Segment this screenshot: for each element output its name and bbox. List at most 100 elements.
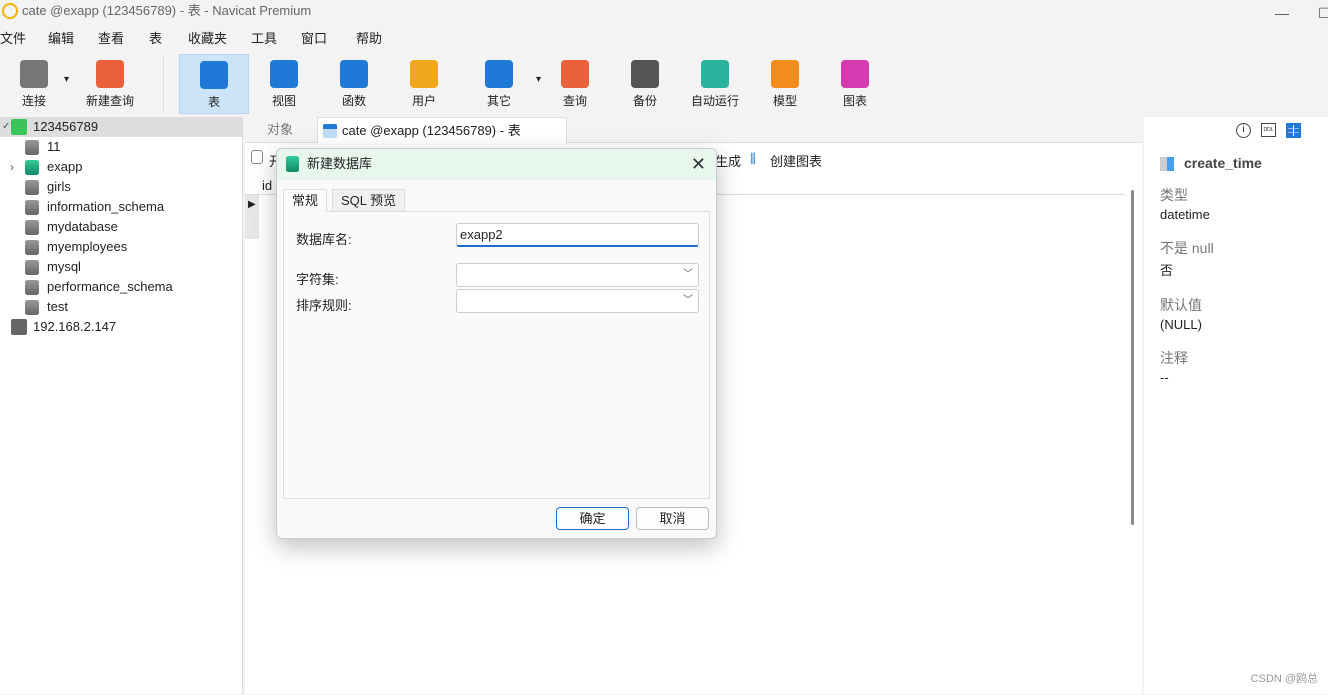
property-value: (NULL) — [1160, 317, 1202, 332]
tree-database[interactable]: 11 — [0, 137, 242, 157]
generate-button[interactable]: 生成 — [715, 151, 741, 170]
menu-item[interactable]: 查看 — [98, 28, 124, 50]
tools-icon — [485, 60, 513, 88]
toolbar-new-query-button[interactable]: 新建查询 — [80, 54, 140, 114]
dialog-title-bar: 新建数据库 ✕ — [277, 149, 716, 180]
chevron-down-icon: ﹀ — [683, 295, 693, 306]
tree-database[interactable]: performance_schema — [0, 277, 242, 297]
tree-database[interactable]: information_schema — [0, 197, 242, 217]
general-panel: 数据库名: exapp2 字符集: ﹀ 排序规则: ﹀ — [283, 211, 710, 499]
tree-database[interactable]: mydatabase — [0, 217, 242, 237]
chart-icon: ⫼ — [750, 151, 756, 166]
connection-tree: ✓ 123456789 11 › exapp girls information_schem… — [0, 117, 243, 694]
database-name-input[interactable]: exapp2 — [456, 223, 699, 247]
column-icon — [1160, 157, 1174, 171]
table-icon — [200, 61, 228, 89]
toolbar: 连接 ▾ 新建查询表视图 函数 用户 其它 ▾ 查询 备份 自动运行 模型 图表 — [0, 52, 1328, 116]
collation-label: 排序规则: — [296, 298, 352, 313]
chevron-right-icon[interactable]: › — [10, 157, 14, 177]
menu-item[interactable]: 表 — [149, 28, 162, 50]
chevron-down-icon: ﹀ — [683, 269, 693, 280]
tab-label: cate @exapp (123456789) - 表 — [342, 123, 521, 138]
toolbar-robot-button[interactable]: 自动运行 — [683, 54, 747, 114]
connection-name: 192.168.2.147 — [33, 319, 117, 334]
database-icon — [25, 200, 39, 215]
property-value: -- — [1160, 370, 1169, 385]
toolbar-plug-button[interactable]: 连接 — [6, 54, 62, 114]
database-name: mydatabase — [47, 219, 118, 234]
backup-icon — [631, 60, 659, 88]
database-icon — [25, 160, 39, 175]
menu-item[interactable]: 帮助 — [356, 28, 382, 50]
menu-item[interactable]: 编辑 — [48, 28, 74, 50]
menu-item[interactable]: 工具 — [251, 28, 277, 50]
chevron-down-icon[interactable]: ✓ — [2, 117, 10, 137]
toolbar-label: 函数 — [341, 94, 366, 108]
property-label: 不是 null — [1160, 240, 1214, 256]
menu-item[interactable]: 窗口 — [301, 28, 327, 50]
database-name: exapp — [47, 159, 83, 174]
database-icon — [25, 280, 39, 295]
new-database-dialog: 新建数据库 ✕ 常规 SQL 预览 数据库名: exapp2 字符集: ﹀ 排序… — [276, 148, 717, 539]
tree-database[interactable]: mysql — [0, 257, 242, 277]
tab-objects[interactable]: 对象 — [245, 117, 315, 143]
toolbar-label: 连接 — [21, 94, 46, 108]
tree-database[interactable]: myemployees — [0, 237, 242, 257]
tab-cate-table[interactable]: cate @exapp (123456789) - 表 — [317, 117, 567, 143]
tree-connection[interactable]: ✓ 123456789 — [0, 117, 242, 137]
database-name: mysql — [47, 259, 81, 274]
maximize-button[interactable]: ☐ — [1318, 2, 1328, 24]
toolbar-label: 备份 — [632, 94, 657, 108]
grid-view-icon[interactable] — [1286, 123, 1301, 138]
cancel-button[interactable]: 取消 — [636, 507, 709, 530]
toolbar-model-button[interactable]: 模型 — [750, 54, 820, 114]
database-icon — [25, 240, 39, 255]
collation-select[interactable]: ﹀ — [456, 289, 699, 313]
toolbar-chart-button[interactable]: 图表 — [820, 54, 890, 114]
close-button[interactable]: ✕ — [691, 149, 706, 179]
query-icon — [561, 60, 589, 88]
database-icon — [25, 140, 39, 155]
database-name: myemployees — [47, 239, 128, 254]
property-label: 类型 — [1160, 187, 1188, 203]
minimize-button[interactable]: — — [1275, 2, 1289, 24]
toolbar-view-button[interactable]: 视图 — [250, 54, 318, 114]
charset-select[interactable]: ﹀ — [456, 263, 699, 287]
tree-connection[interactable]: 192.168.2.147 — [0, 317, 242, 337]
plug-icon — [20, 60, 48, 88]
toolbar-label: 模型 — [772, 94, 797, 108]
toolbar-tools-button[interactable]: 其它 — [464, 54, 534, 114]
toolbar-table-button[interactable]: 表 — [179, 54, 249, 114]
database-name: information_schema — [47, 199, 165, 214]
scrollbar[interactable] — [1131, 190, 1134, 525]
toolbar-label: 新建查询 — [85, 94, 134, 108]
tab-sql-preview[interactable]: SQL 预览 — [332, 189, 406, 211]
tree-database[interactable]: › exapp — [0, 157, 242, 177]
database-icon — [25, 180, 39, 195]
property-label: 注释 — [1160, 350, 1188, 366]
tab-general[interactable]: 常规 — [283, 189, 328, 212]
toolbar-function-button[interactable]: 函数 — [320, 54, 388, 114]
menu-item[interactable]: 收藏夹 — [188, 28, 227, 50]
menu-item[interactable]: 文件 — [0, 28, 26, 50]
tree-database[interactable]: test — [0, 297, 242, 317]
dropdown-arrow-icon[interactable]: ▾ — [64, 74, 69, 85]
database-icon — [25, 220, 39, 235]
toolbar-user-button[interactable]: 用户 — [390, 54, 458, 114]
toolbar-label: 自动运行 — [690, 94, 739, 108]
column-header-id[interactable]: id — [262, 178, 272, 193]
ddl-icon[interactable]: DDL — [1261, 123, 1276, 137]
function-icon — [340, 60, 368, 88]
toolbar-backup-button[interactable]: 备份 — [610, 54, 680, 114]
info-icon[interactable]: i — [1236, 123, 1251, 138]
toolbar-query-button[interactable]: 查询 — [540, 54, 610, 114]
toolbar-label: 视图 — [271, 94, 296, 108]
database-name-label: 数据库名: — [296, 232, 352, 247]
property-value: datetime — [1160, 207, 1210, 222]
ok-button[interactable]: 确定 — [556, 507, 629, 530]
toolbar-label: 用户 — [411, 94, 436, 108]
toolbar-label: 查询 — [562, 94, 587, 108]
tree-database[interactable]: girls — [0, 177, 242, 197]
row-indicator-icon: ▶ — [245, 195, 259, 239]
create-chart-button[interactable]: 创建图表 — [770, 151, 822, 170]
